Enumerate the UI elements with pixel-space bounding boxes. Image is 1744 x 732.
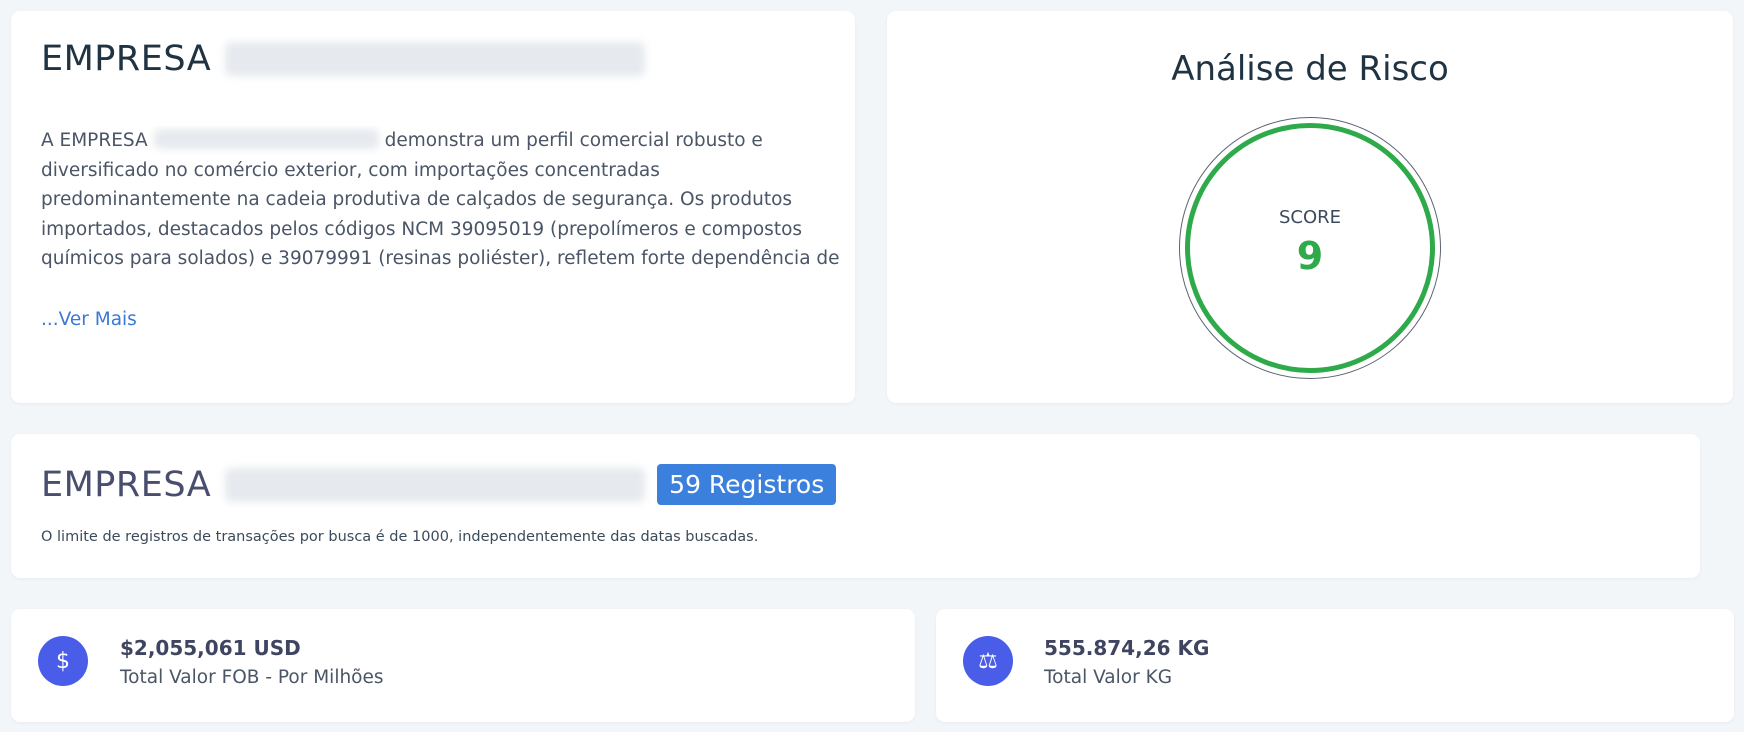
score-value: 9 [1296, 233, 1324, 278]
dollar-icon: $ [38, 636, 88, 686]
kg-value: 555.874,26 KG [1044, 636, 1210, 660]
score-label: SCORE [1278, 206, 1342, 228]
fob-value: $2,055,061 USD [120, 636, 301, 660]
company-overview-card: EMPRESA A EMPRESA demonstra um perfil com… [11, 11, 855, 403]
kg-label: Total Valor KG [1044, 667, 1173, 688]
records-count-badge: 59 Registros [657, 464, 837, 505]
description-body: demonstra um perfil comercial robusto e … [41, 130, 840, 269]
fob-metric-card: $ $2,055,061 USD Total Valor FOB - Por M… [11, 609, 915, 722]
records-title: EMPRESA 59 Registros [41, 464, 837, 505]
scale-icon: ⚖ [963, 636, 1013, 686]
risk-analysis-card: Análise de Risco SCORE 9 [887, 11, 1733, 403]
redacted-company-name-inline [153, 129, 379, 149]
risk-title: Análise de Risco [1171, 49, 1449, 89]
description-prefix: A EMPRESA [41, 130, 148, 151]
company-title-prefix: EMPRESA [41, 39, 212, 79]
company-title: EMPRESA [41, 39, 646, 79]
records-card: EMPRESA 59 Registros O limite de registr… [11, 434, 1700, 578]
score-gauge: SCORE 9 [1179, 117, 1441, 379]
fob-label: Total Valor FOB - Por Milhões [120, 667, 384, 688]
records-title-prefix: EMPRESA [41, 464, 212, 505]
score-ring-inner: SCORE 9 [1185, 123, 1435, 373]
company-description: A EMPRESA demonstra um perfil comercial r… [41, 126, 841, 274]
ver-mais-link[interactable]: ...Ver Mais [41, 309, 137, 330]
records-limit-note: O limite de registros de transações por … [41, 529, 759, 545]
redacted-company-name [225, 42, 646, 76]
redacted-company-name [225, 467, 646, 502]
kg-metric-card: ⚖ 555.874,26 KG Total Valor KG [936, 609, 1734, 722]
